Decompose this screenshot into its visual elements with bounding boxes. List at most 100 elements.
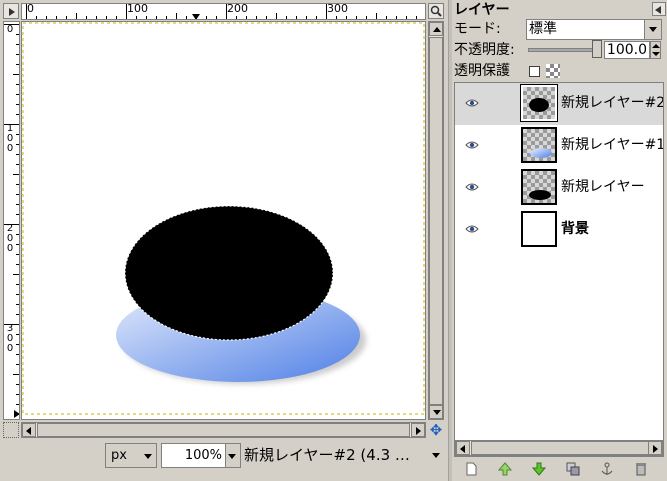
ruler-tick [186,16,187,19]
scroll-down-arrow[interactable] [429,405,443,419]
lock-alpha-label: 透明保護 [454,63,510,79]
ruler-tick [336,16,337,19]
status-text: 新規レイヤー#2 (4.3 … [244,446,410,464]
ruler-v-label: 0 [6,24,14,35]
layer-name[interactable]: 背景 [561,221,589,238]
ruler-tick [13,174,19,175]
ruler-tick [146,16,147,19]
ruler-tick [36,16,37,19]
anchor-layer-button[interactable] [598,460,616,478]
lock-alpha-checkbox[interactable] [529,66,540,77]
ruler-tick [16,164,19,165]
quick-mask-toggle[interactable] [3,422,19,438]
ruler-tick [16,254,19,255]
horizontal-ruler[interactable]: 0 100 200 300 [21,3,426,20]
eye-icon[interactable] [465,224,479,234]
layers-horizontal-scrollbar[interactable] [455,440,663,456]
new-layer-icon [466,462,477,476]
status-menu-button[interactable] [428,443,446,468]
ruler-tick [156,16,157,19]
layer-name[interactable]: 新規レイヤー#2 [561,95,663,112]
ruler-tick [166,16,167,19]
unit-value: px [111,448,127,463]
mode-value: 標準 [529,21,557,37]
duplicate-layer-button[interactable] [564,460,582,478]
black-ellipse[interactable] [125,206,333,340]
scroll-thumb[interactable] [471,441,649,455]
canvas-drawing [22,22,425,419]
layers-dock: レイヤー モード: 標準 不透明度: 100.0 透明保護 新規レイヤー#2 新… [452,0,667,481]
layers-list[interactable]: 新規レイヤー#2 新規レイヤー#1 新規レイヤー 背景 [454,82,664,457]
ruler-tick [96,16,97,19]
layer-name[interactable]: 新規レイヤー [561,179,645,196]
scroll-thumb[interactable] [37,423,410,437]
ruler-tick [16,364,19,365]
delete-layer-icon [636,463,646,476]
opacity-slider-handle[interactable] [592,40,602,58]
unit-dropdown[interactable]: px [105,443,157,468]
horizontal-scrollbar[interactable] [21,422,426,438]
ruler-tick [406,16,407,19]
ruler-tick [26,4,27,19]
ruler-tick [16,94,19,95]
scroll-right-arrow[interactable] [411,423,425,437]
vertical-scrollbar[interactable] [428,21,444,420]
chevron-down-icon [228,454,236,459]
ruler-h-label: 100 [127,3,148,15]
dock-menu-button[interactable] [652,2,666,16]
ruler-tick [246,16,247,19]
navigate-icon[interactable]: ✥ [428,422,444,438]
zoom-image-button[interactable] [428,3,444,19]
ruler-tick [326,4,327,19]
ruler-tick [16,294,19,295]
eye-icon[interactable] [465,98,479,108]
eye-icon[interactable] [465,182,479,192]
zoom-value: 100% [184,448,222,463]
opacity-label: 不透明度: [454,42,515,58]
layer-row[interactable]: 新規レイヤー#2 [455,83,663,125]
ruler-tick [16,354,19,355]
delete-layer-button[interactable] [632,460,650,478]
scroll-left-arrow[interactable] [22,423,36,437]
ruler-tick [13,374,19,375]
image-canvas[interactable] [21,21,426,420]
opacity-input[interactable]: 100.0 [604,41,650,59]
scroll-thumb[interactable] [429,37,443,405]
image-menu-button[interactable] [3,3,19,19]
ruler-tick [366,16,367,19]
ruler-tick [16,114,19,115]
eye-icon[interactable] [465,140,479,150]
ruler-tick [276,13,277,19]
ruler-tick [56,16,57,19]
scroll-right-arrow[interactable] [648,441,662,455]
opacity-spinner[interactable] [650,41,661,59]
zoom-dropdown[interactable]: 100% [161,443,241,468]
layer-thumbnail [521,127,557,163]
vertical-ruler[interactable]: 0 1 0 0 2 0 0 3 0 0 [3,21,20,420]
ruler-tick [416,16,417,19]
opacity-slider[interactable] [528,48,598,52]
new-layer-button[interactable] [462,460,480,478]
ruler-tick [136,16,137,19]
ruler-tick [16,214,19,215]
ruler-tick [286,16,287,19]
ruler-tick [4,24,19,25]
ruler-tick [306,16,307,19]
layer-row[interactable]: 新規レイヤー [455,167,663,209]
ruler-tick [86,16,87,19]
ruler-tick [386,16,387,19]
scroll-left-arrow[interactable] [456,441,470,455]
zoom-icon [430,5,442,17]
layer-name[interactable]: 新規レイヤー#1 [561,137,663,154]
scroll-up-arrow[interactable] [429,22,443,36]
ruler-tick [206,16,207,19]
mode-dropdown[interactable]: 標準 [526,19,662,40]
raise-layer-button[interactable] [496,460,514,478]
ruler-tick [4,124,19,125]
layer-row[interactable]: 新規レイヤー#1 [455,125,663,167]
ruler-tick [13,74,19,75]
lower-layer-button[interactable] [530,460,548,478]
ruler-tick [16,414,19,415]
ruler-tick [16,394,19,395]
layer-row[interactable]: 背景 [455,209,663,251]
